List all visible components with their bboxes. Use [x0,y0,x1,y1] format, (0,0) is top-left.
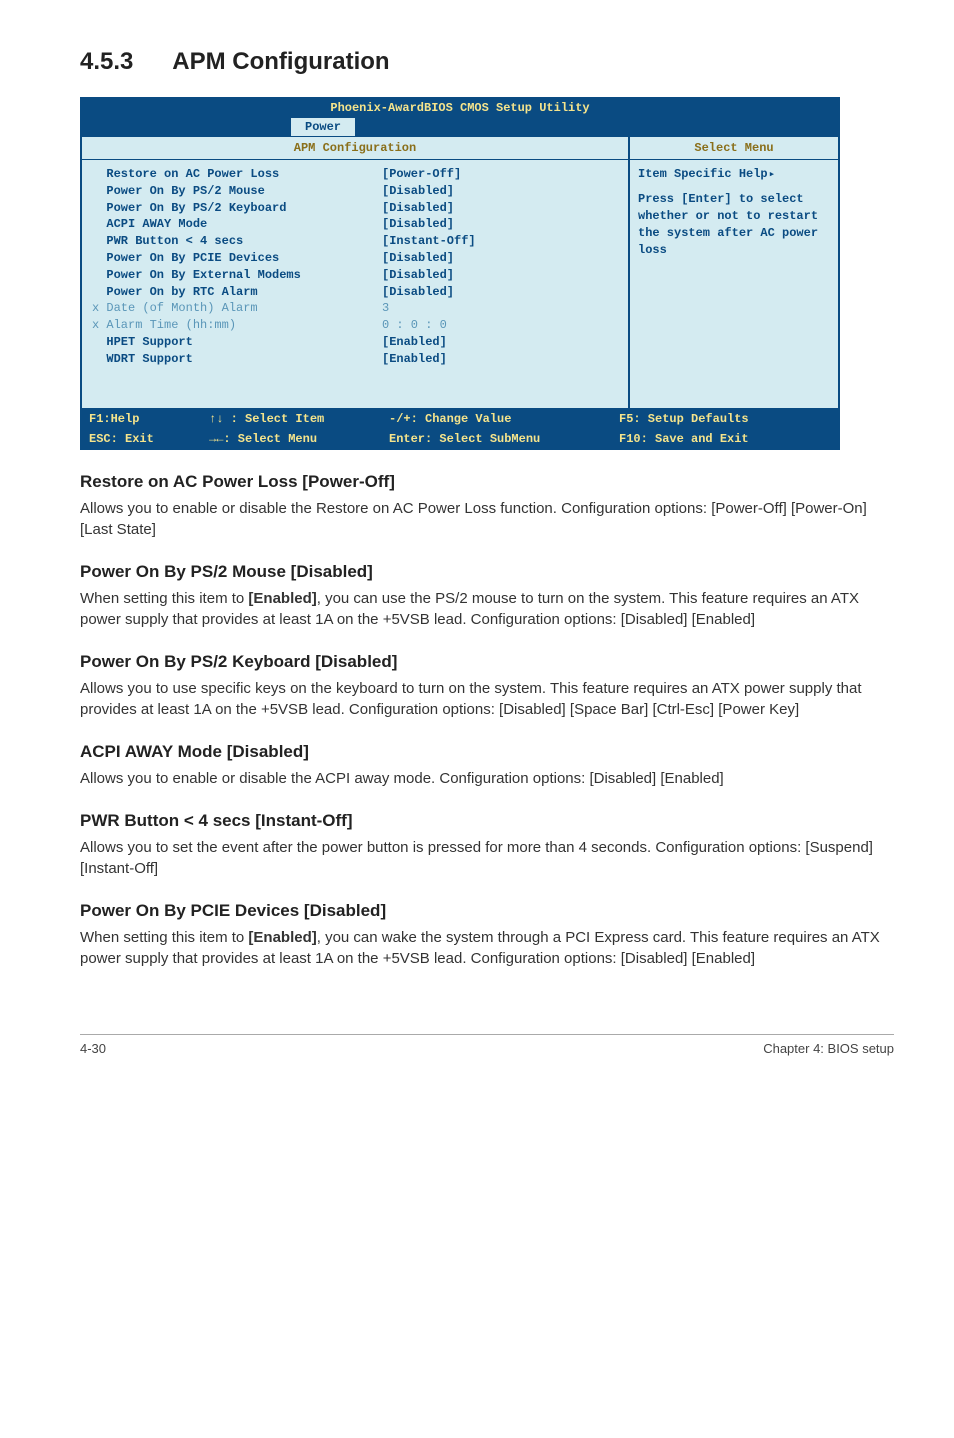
bios-setting-row[interactable]: HPET Support[Enabled] [92,334,618,351]
chapter-label: Chapter 4: BIOS setup [763,1041,894,1056]
section-number: 4.5.3 [80,48,133,75]
subsection-heading: Restore on AC Power Loss [Power-Off] [80,472,894,492]
bios-setting-value: 3 [382,300,389,317]
subsection-heading: Power On By PS/2 Keyboard [Disabled] [80,652,894,672]
bios-right-pane: Select Menu Item Specific Help Press [En… [629,136,839,409]
bios-setting-row[interactable]: Power On By PS/2 Keyboard[Disabled] [92,200,618,217]
bios-left-pane: APM Configuration Restore on AC Power Lo… [81,136,629,409]
bios-setting-label: Power On By External Modems [92,267,382,284]
subsection-body: Allows you to set the event after the po… [80,837,894,879]
subsection-heading: Power On By PCIE Devices [Disabled] [80,901,894,921]
bios-setting-row[interactable]: Power On By PCIE Devices[Disabled] [92,250,618,267]
help-heading: Item Specific Help [638,167,768,181]
subsection-heading: PWR Button < 4 secs [Instant-Off] [80,811,894,831]
footer-save-exit: F10: Save and Exit [619,432,831,446]
bios-setting-row[interactable]: Power On By PS/2 Mouse[Disabled] [92,183,618,200]
bios-setting-label: ACPI AWAY Mode [92,216,382,233]
bios-setting-row[interactable]: Power On by RTC Alarm[Disabled] [92,284,618,301]
bios-setting-value: [Disabled] [382,250,454,267]
bios-tab-row: Power [81,118,839,136]
bios-setting-value: [Instant-Off] [382,233,476,250]
bios-setting-label: x Alarm Time (hh:mm) [92,317,382,334]
footer-exit-key: ESC: Exit [89,432,209,446]
bios-settings-list: Restore on AC Power Loss[Power-Off] Powe… [82,160,628,408]
bios-tab-power[interactable]: Power [291,118,355,136]
subsection-body: When setting this item to [Enabled], you… [80,588,894,630]
bios-footer-2: ESC: Exit →←: Select Menu Enter: Select … [81,429,839,449]
subsection-body: Allows you to use specific keys on the k… [80,678,894,720]
bios-setting-value: [Disabled] [382,267,454,284]
bios-setting-label: PWR Button < 4 secs [92,233,382,250]
footer-change-value: -/+: Change Value [389,412,619,426]
bios-setting-value: [Enabled] [382,334,447,351]
subsection-body: When setting this item to [Enabled], you… [80,927,894,969]
bios-setting-value: [Disabled] [382,284,454,301]
bios-setting-label: Restore on AC Power Loss [92,166,382,183]
bios-right-header: Select Menu [630,137,838,160]
bios-setting-row[interactable]: Restore on AC Power Loss[Power-Off] [92,166,618,183]
bios-setting-label: x Date (of Month) Alarm [92,300,382,317]
page-footer: 4-30 Chapter 4: BIOS setup [80,1034,894,1056]
page-heading: 4.5.3 APM Configuration [80,40,894,77]
bios-setting-row[interactable]: WDRT Support[Enabled] [92,351,618,368]
subsection-heading: ACPI AWAY Mode [Disabled] [80,742,894,762]
bios-panel: Phoenix-AwardBIOS CMOS Setup Utility Pow… [80,97,840,450]
bios-setting-row[interactable]: x Date (of Month) Alarm 3 [92,300,618,317]
footer-select-submenu: Enter: Select SubMenu [389,432,619,446]
bios-setting-row[interactable]: Power On By External Modems[Disabled] [92,267,618,284]
bios-setting-label: WDRT Support [92,351,382,368]
page-number: 4-30 [80,1041,106,1056]
bios-left-header: APM Configuration [82,137,628,160]
bios-setting-row[interactable]: x Alarm Time (hh:mm)0 : 0 : 0 [92,317,618,334]
bios-footer: F1:Help ↑↓ : Select Item -/+: Change Val… [81,409,839,429]
help-body: Press [Enter] to select whether or not t… [638,191,830,258]
subsection-body: Allows you to enable or disable the Rest… [80,498,894,540]
subsection-body: Allows you to enable or disable the ACPI… [80,768,894,789]
bios-setting-value: [Disabled] [382,216,454,233]
bios-setting-row[interactable]: ACPI AWAY Mode[Disabled] [92,216,618,233]
bios-setting-row[interactable]: PWR Button < 4 secs[Instant-Off] [92,233,618,250]
footer-select-menu: →←: Select Menu [209,432,389,446]
bios-setting-label: HPET Support [92,334,382,351]
footer-help-key: F1:Help [89,412,209,426]
bios-title-bar: Phoenix-AwardBIOS CMOS Setup Utility [81,98,839,118]
bios-setting-label: Power On By PS/2 Keyboard [92,200,382,217]
footer-setup-defaults: F5: Setup Defaults [619,412,831,426]
bios-setting-label: Power On by RTC Alarm [92,284,382,301]
bios-setting-label: Power On By PCIE Devices [92,250,382,267]
bios-help-text: Item Specific Help Press [Enter] to sele… [630,160,838,265]
bios-setting-value: [Disabled] [382,200,454,217]
footer-select-item: ↑↓ : Select Item [209,412,389,426]
bios-setting-value: [Power-Off] [382,166,461,183]
bios-setting-value: 0 : 0 : 0 [382,317,447,334]
section-title: APM Configuration [172,48,389,75]
right-arrow-icon [768,167,776,181]
bios-setting-value: [Enabled] [382,351,447,368]
bios-setting-value: [Disabled] [382,183,454,200]
subsection-heading: Power On By PS/2 Mouse [Disabled] [80,562,894,582]
bios-setting-label: Power On By PS/2 Mouse [92,183,382,200]
